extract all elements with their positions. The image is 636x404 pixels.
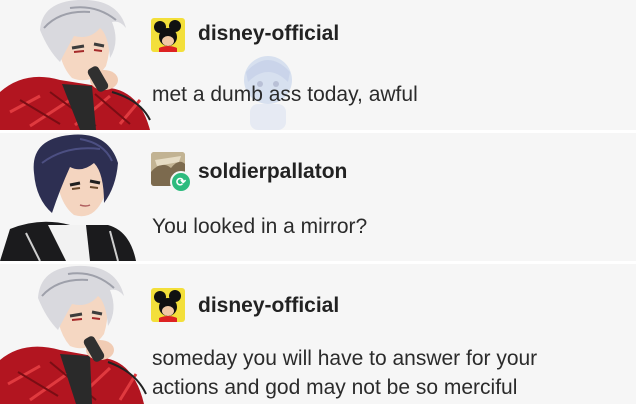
post-text-line-2: actions and god may not be so merciful bbox=[152, 376, 518, 399]
character-illustration-silver-hair bbox=[0, 0, 151, 130]
post-text: You looked in a mirror? bbox=[152, 215, 368, 238]
post-username[interactable]: disney-official bbox=[198, 22, 339, 46]
reblog-icon: ⟳ bbox=[170, 171, 192, 193]
mickey-mouse-icon[interactable] bbox=[151, 18, 185, 52]
post-text-line-1: someday you will have to answer for your bbox=[152, 347, 538, 370]
character-illustration-dark-hair bbox=[0, 134, 136, 261]
post-username[interactable]: disney-official bbox=[198, 294, 339, 318]
character-illustration-silver-hair bbox=[0, 265, 147, 404]
mickey-mouse-icon[interactable] bbox=[151, 288, 185, 322]
post-1: disney-official met a dumb ass today, aw… bbox=[0, 0, 636, 130]
post-2: ⟳ soldierpallaton You looked in a mirror… bbox=[0, 133, 636, 261]
post-username[interactable]: soldierpallaton bbox=[198, 160, 347, 184]
post-3: disney-official someday you will have to… bbox=[0, 264, 636, 404]
post-text: met a dumb ass today, awful bbox=[152, 83, 418, 106]
